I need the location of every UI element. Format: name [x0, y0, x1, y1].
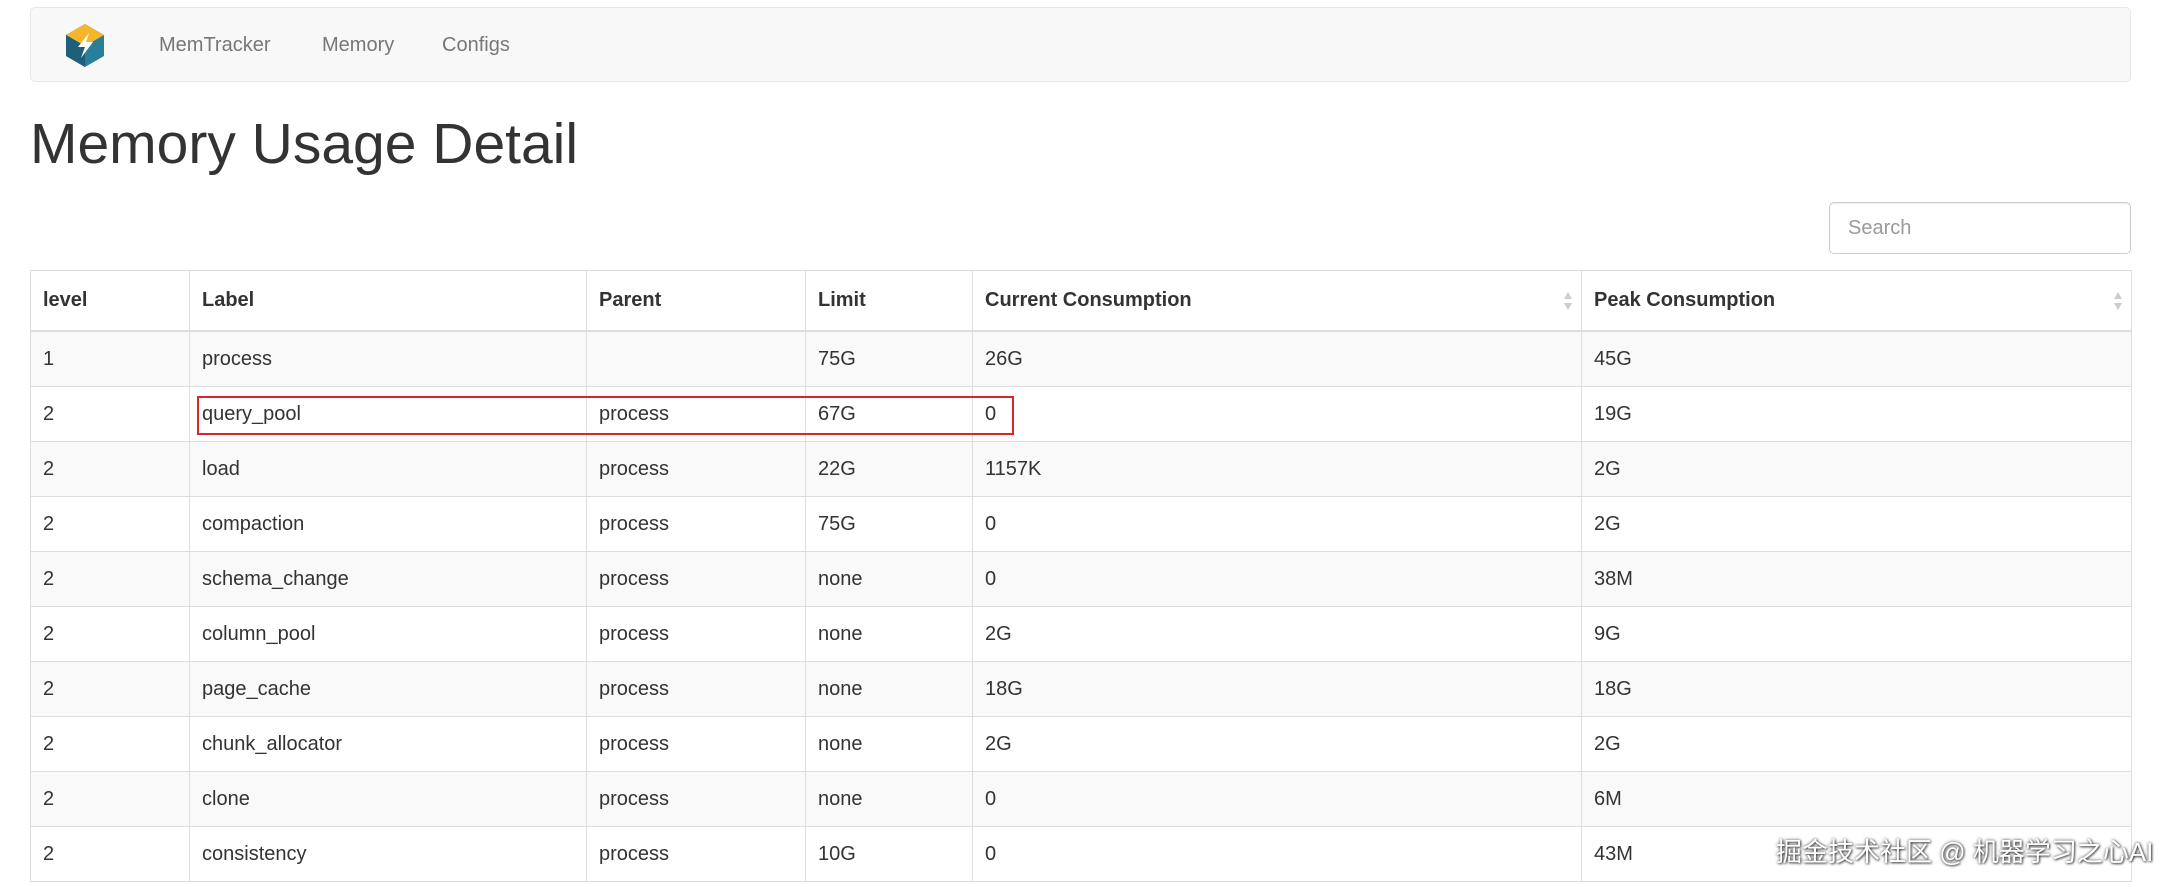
cell-peak-consumption: 38M [1581, 551, 2132, 607]
cell-peak-consumption: 18G [1581, 661, 2132, 717]
cell-level: 2 [30, 441, 190, 497]
watermark-text: 掘金技术社区 @ 机器学习之心AI [1776, 837, 2154, 867]
cell-label: compaction [189, 496, 587, 552]
cell-limit: 67G [805, 386, 973, 442]
column-header-limit: Limit [805, 270, 973, 332]
cell-limit: none [805, 716, 973, 772]
memory-usage-table: level Label Parent Limit Current Consump… [30, 270, 2132, 882]
cell-label: column_pool [189, 606, 587, 662]
page-title: Memory Usage Detail [30, 112, 579, 176]
cell-current-consumption: 18G [972, 661, 1582, 717]
search-input[interactable] [1829, 202, 2131, 254]
column-header-label: Label [189, 270, 587, 332]
cell-parent: process [586, 386, 806, 442]
cell-peak-consumption: 6M [1581, 771, 2132, 827]
cell-limit: 10G [805, 826, 973, 882]
cell-peak-consumption: 2G [1581, 496, 2132, 552]
cell-level: 2 [30, 386, 190, 442]
cell-level: 2 [30, 661, 190, 717]
cell-limit: 75G [805, 496, 973, 552]
column-header-parent: Parent [586, 270, 806, 332]
cell-limit: none [805, 661, 973, 717]
table-row: 2 clone process none 0 6M [30, 771, 2132, 827]
cell-peak-consumption: 2G [1581, 441, 2132, 497]
cell-current-consumption: 1157K [972, 441, 1582, 497]
table-header-row: level Label Parent Limit Current Consump… [30, 270, 2132, 332]
sort-icon[interactable] [1563, 290, 1573, 312]
table-row: 2 compaction process 75G 0 2G [30, 496, 2132, 552]
column-header-peak-consumption[interactable]: Peak Consumption [1581, 270, 2132, 332]
memory-table-container: level Label Parent Limit Current Consump… [30, 270, 2132, 882]
column-header-current-consumption-label: Current Consumption [985, 289, 1192, 311]
table-body: 1 process 75G 26G 45G 2 query_pool process 67G 0 1… [30, 330, 2132, 882]
cell-label: process [189, 330, 587, 387]
cell-parent: process [586, 551, 806, 607]
cell-peak-consumption: 9G [1581, 606, 2132, 662]
cell-level: 1 [30, 330, 190, 387]
nav-memtracker-link[interactable]: MemTracker [159, 8, 270, 83]
brand-logo-icon[interactable] [62, 22, 108, 68]
cell-level: 2 [30, 771, 190, 827]
table-row: 1 process 75G 26G 45G [30, 330, 2132, 387]
table-row: 2 schema_change process none 0 38M [30, 551, 2132, 607]
cell-peak-consumption: 2G [1581, 716, 2132, 772]
cell-limit: 22G [805, 441, 973, 497]
cell-level: 2 [30, 496, 190, 552]
cell-current-consumption: 0 [972, 496, 1582, 552]
cell-current-consumption: 0 [972, 386, 1582, 442]
cell-level: 2 [30, 826, 190, 882]
cell-limit: 75G [805, 330, 973, 387]
cell-level: 2 [30, 551, 190, 607]
cell-limit: none [805, 551, 973, 607]
nav-memory-link[interactable]: Memory [322, 8, 394, 83]
cell-label: clone [189, 771, 587, 827]
column-header-current-consumption[interactable]: Current Consumption [972, 270, 1582, 332]
cell-parent: process [586, 826, 806, 882]
cell-limit: none [805, 606, 973, 662]
table-row: 2 query_pool process 67G 0 19G [30, 386, 2132, 442]
table-row: 2 column_pool process none 2G 9G [30, 606, 2132, 662]
cell-parent: process [586, 771, 806, 827]
cell-label: schema_change [189, 551, 587, 607]
cell-parent: process [586, 716, 806, 772]
nav-configs-link[interactable]: Configs [442, 8, 510, 83]
cell-parent: process [586, 496, 806, 552]
cell-label: chunk_allocator [189, 716, 587, 772]
cell-current-consumption: 0 [972, 551, 1582, 607]
sort-icon[interactable] [2113, 290, 2123, 312]
cell-parent: process [586, 661, 806, 717]
cell-parent: process [586, 606, 806, 662]
cell-label: consistency [189, 826, 587, 882]
cell-current-consumption: 2G [972, 716, 1582, 772]
cell-current-consumption: 2G [972, 606, 1582, 662]
cell-label: load [189, 441, 587, 497]
cell-current-consumption: 0 [972, 826, 1582, 882]
cell-level: 2 [30, 716, 190, 772]
table-row: 2 chunk_allocator process none 2G 2G [30, 716, 2132, 772]
cell-current-consumption: 0 [972, 771, 1582, 827]
table-row: 2 load process 22G 1157K 2G [30, 441, 2132, 497]
cell-current-consumption: 26G [972, 330, 1582, 387]
column-header-level: level [30, 270, 190, 332]
navbar: MemTracker Memory Configs [30, 7, 2131, 82]
cell-level: 2 [30, 606, 190, 662]
cell-label: query_pool [189, 386, 587, 442]
table-row: 2 page_cache process none 18G 18G [30, 661, 2132, 717]
cell-peak-consumption: 19G [1581, 386, 2132, 442]
cell-parent: process [586, 441, 806, 497]
cell-parent [586, 330, 806, 387]
column-header-peak-consumption-label: Peak Consumption [1594, 289, 1776, 311]
cell-peak-consumption: 45G [1581, 330, 2132, 387]
cell-limit: none [805, 771, 973, 827]
cell-label: page_cache [189, 661, 587, 717]
